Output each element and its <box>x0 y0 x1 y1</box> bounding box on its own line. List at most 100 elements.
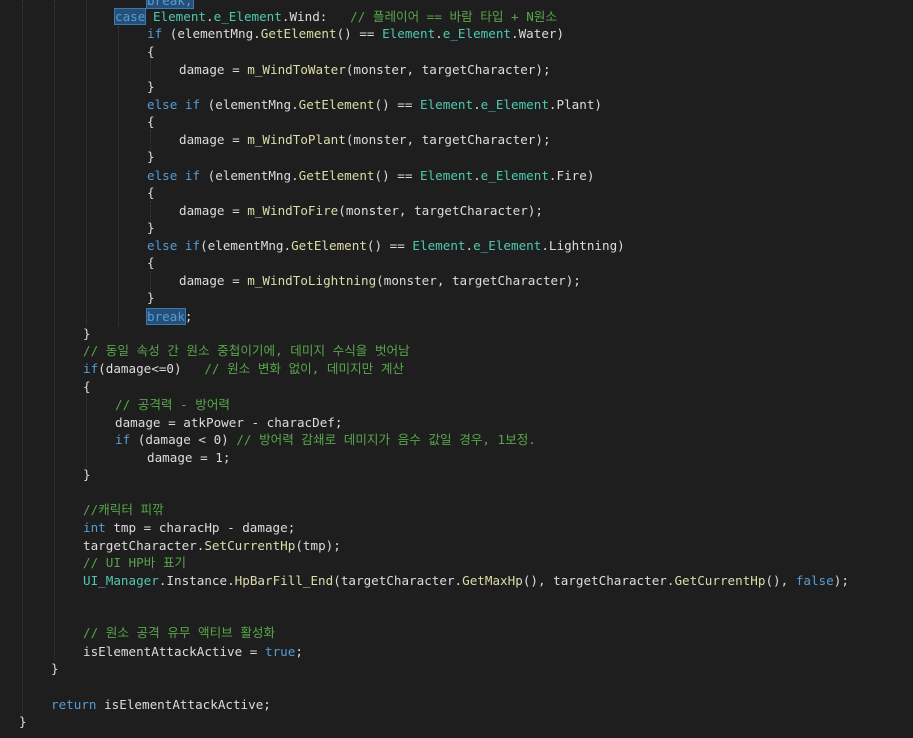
code-line[interactable]: else if (elementMng.GetElement() == Elem… <box>147 167 913 184</box>
indent-guide <box>22 0 23 718</box>
code-line[interactable]: isElementAttackActive = true; <box>83 643 913 660</box>
code-line[interactable]: { <box>147 184 913 201</box>
code-token: GetMaxHp <box>462 573 523 588</box>
code-line[interactable]: } <box>19 713 913 730</box>
code-line[interactable]: damage = m_WindToLightning(monster, targ… <box>179 272 913 289</box>
code-token: if <box>147 26 163 41</box>
code-line[interactable]: //캐릭터 피깎 <box>83 501 913 518</box>
code-token: // 원소 변화 없이, 데미지만 계산 <box>204 361 405 376</box>
code-token: . <box>206 9 214 24</box>
code-token: (targetCharacter. <box>333 573 463 588</box>
code-line[interactable]: break; <box>146 308 913 325</box>
code-line[interactable]: } <box>147 289 913 306</box>
code-token: e_Element <box>473 238 542 253</box>
code-line[interactable]: if (damage < 0) // 방어력 감쇄로 데미지가 음수 값일 경우… <box>115 431 913 448</box>
code-line[interactable]: UI_Manager.Instance.HpBarFill_End(target… <box>83 572 913 589</box>
code-line[interactable]: } <box>83 466 913 483</box>
code-token: { <box>147 255 155 270</box>
code-line[interactable]: damage = 1; <box>147 449 913 466</box>
code-line[interactable]: damage = m_WindToWater(monster, targetCh… <box>179 61 913 78</box>
code-token: damage = <box>179 132 248 147</box>
code-line[interactable]: } <box>83 325 913 342</box>
code-line[interactable]: { <box>147 113 913 130</box>
code-line[interactable]: { <box>83 378 913 395</box>
code-token: } <box>19 714 27 729</box>
code-token: // 원소 공격 유무 액티브 활성화 <box>83 625 276 640</box>
code-token: if <box>83 361 99 376</box>
code-token: damage = <box>179 62 248 77</box>
code-token: m_WindToFire <box>247 203 339 218</box>
code-token: e_Element <box>480 168 549 183</box>
code-token: Element <box>382 26 436 41</box>
code-line[interactable]: damage = m_WindToPlant(monster, targetCh… <box>179 131 913 148</box>
code-line[interactable]: } <box>51 660 913 677</box>
code-token: false <box>795 573 834 588</box>
code-token: tmp = characHp - damage; <box>105 520 296 535</box>
code-line[interactable]: } <box>147 78 913 95</box>
code-token: // 플레이어 == 바람 타입 + N원소 <box>350 9 557 24</box>
code-line[interactable]: // 원소 공격 유무 액티브 활성화 <box>83 624 913 641</box>
code-line[interactable] <box>83 590 913 607</box>
code-token: damage = atkPower - characDef; <box>115 415 343 430</box>
code-editor[interactable]: break; case Element.e_Element.Wind: // 플… <box>0 0 913 738</box>
code-token: // 동일 속성 간 원소 중첩이기에, 데미지 수식을 벗어남 <box>83 343 410 358</box>
code-token: Element <box>152 9 207 24</box>
code-line[interactable]: targetCharacter.SetCurrentHp(tmp); <box>83 537 913 554</box>
code-token: } <box>147 290 155 305</box>
code-line[interactable]: else if(elementMng.GetElement() == Eleme… <box>147 237 913 254</box>
code-token: (monster, targetCharacter); <box>376 273 581 288</box>
code-token: break <box>146 308 186 325</box>
code-token: (damage<=0) <box>98 361 205 376</box>
code-line[interactable] <box>83 607 913 624</box>
code-token: } <box>147 79 155 94</box>
code-token: { <box>83 379 91 394</box>
code-token: } <box>83 326 91 341</box>
code-token: else if <box>147 168 201 183</box>
code-line[interactable]: if(damage<=0) // 원소 변화 없이, 데미지만 계산 <box>83 360 913 377</box>
code-line[interactable]: damage = m_WindToFire(monster, targetCha… <box>179 202 913 219</box>
code-line[interactable]: case Element.e_Element.Wind: // 플레이어 == … <box>113 8 913 25</box>
indent-guide <box>86 0 87 325</box>
code-token: . <box>435 26 443 41</box>
code-line[interactable]: return isElementAttackActive; <box>51 696 913 713</box>
code-token: (), <box>765 573 796 588</box>
code-token: } <box>147 149 155 164</box>
code-line[interactable]: // 동일 속성 간 원소 중첩이기에, 데미지 수식을 벗어남 <box>83 342 913 359</box>
code-line[interactable]: } <box>147 219 913 236</box>
indent-guide <box>54 0 55 660</box>
code-token: m_WindToPlant <box>247 132 346 147</box>
code-line[interactable]: { <box>147 43 913 60</box>
code-token: (monster, targetCharacter); <box>345 62 551 77</box>
code-line[interactable]: } <box>147 148 913 165</box>
code-token: ); <box>833 573 849 588</box>
code-line[interactable]: { <box>147 254 913 271</box>
code-token: Element <box>419 168 474 183</box>
indent-guide <box>86 392 87 470</box>
code-token: isElementAttackActive; <box>96 697 271 712</box>
code-token: ; <box>295 644 303 659</box>
code-token: UI_Manager <box>83 573 159 588</box>
code-token: .Instance. <box>158 573 235 588</box>
code-token: damage = 1; <box>147 450 231 465</box>
code-token: true <box>264 644 296 659</box>
code-token: m_WindToWater <box>247 62 346 77</box>
code-token: break; <box>146 0 194 9</box>
code-line[interactable]: // 공격력 - 방어력 <box>115 396 913 413</box>
code-token: damage = <box>179 203 248 218</box>
code-line[interactable]: int tmp = characHp - damage; <box>83 519 913 536</box>
code-line[interactable] <box>83 484 913 501</box>
code-token: e_Element <box>480 97 549 112</box>
code-line[interactable]: if (elementMng.GetElement() == Element.e… <box>147 25 913 42</box>
code-token: { <box>147 114 155 129</box>
code-line[interactable]: damage = atkPower - characDef; <box>115 414 913 431</box>
code-line[interactable]: // UI HP바 표기 <box>83 554 913 571</box>
code-line[interactable] <box>51 678 913 695</box>
code-line[interactable]: else if (elementMng.GetElement() == Elem… <box>147 96 913 113</box>
code-token: SetCurrentHp <box>204 538 296 553</box>
code-token: } <box>147 220 155 235</box>
code-token: () == <box>336 26 383 41</box>
code-token: targetCharacter. <box>83 538 205 553</box>
code-token: (elementMng. <box>200 238 292 253</box>
code-token: HpBarFill_End <box>234 573 334 588</box>
code-token: GetCurrentHp <box>674 573 766 588</box>
